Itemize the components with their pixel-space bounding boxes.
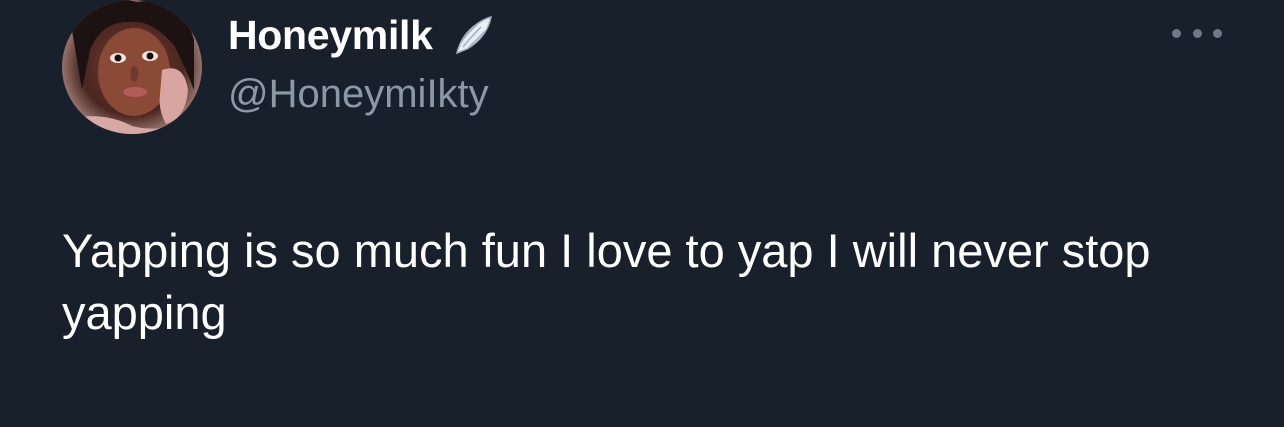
avatar-photo-icon <box>62 0 202 134</box>
more-options-icon <box>1192 28 1202 38</box>
author-name-row: Honeymilk <box>228 10 495 60</box>
more-options-button[interactable] <box>1172 18 1222 48</box>
handle[interactable]: @HoneymiIkty <box>228 72 489 117</box>
more-options-icon <box>1172 28 1181 38</box>
more-options-icon <box>1213 28 1222 38</box>
tweet-text: Yapping is so much fun I love to yap I w… <box>62 224 1151 339</box>
display-name[interactable]: Honeymilk <box>228 12 433 59</box>
angel-wing-icon <box>451 13 495 57</box>
avatar[interactable] <box>62 0 202 134</box>
tweet-card: Honeymilk @HoneymiIkty Yapping is so muc… <box>0 0 1284 427</box>
